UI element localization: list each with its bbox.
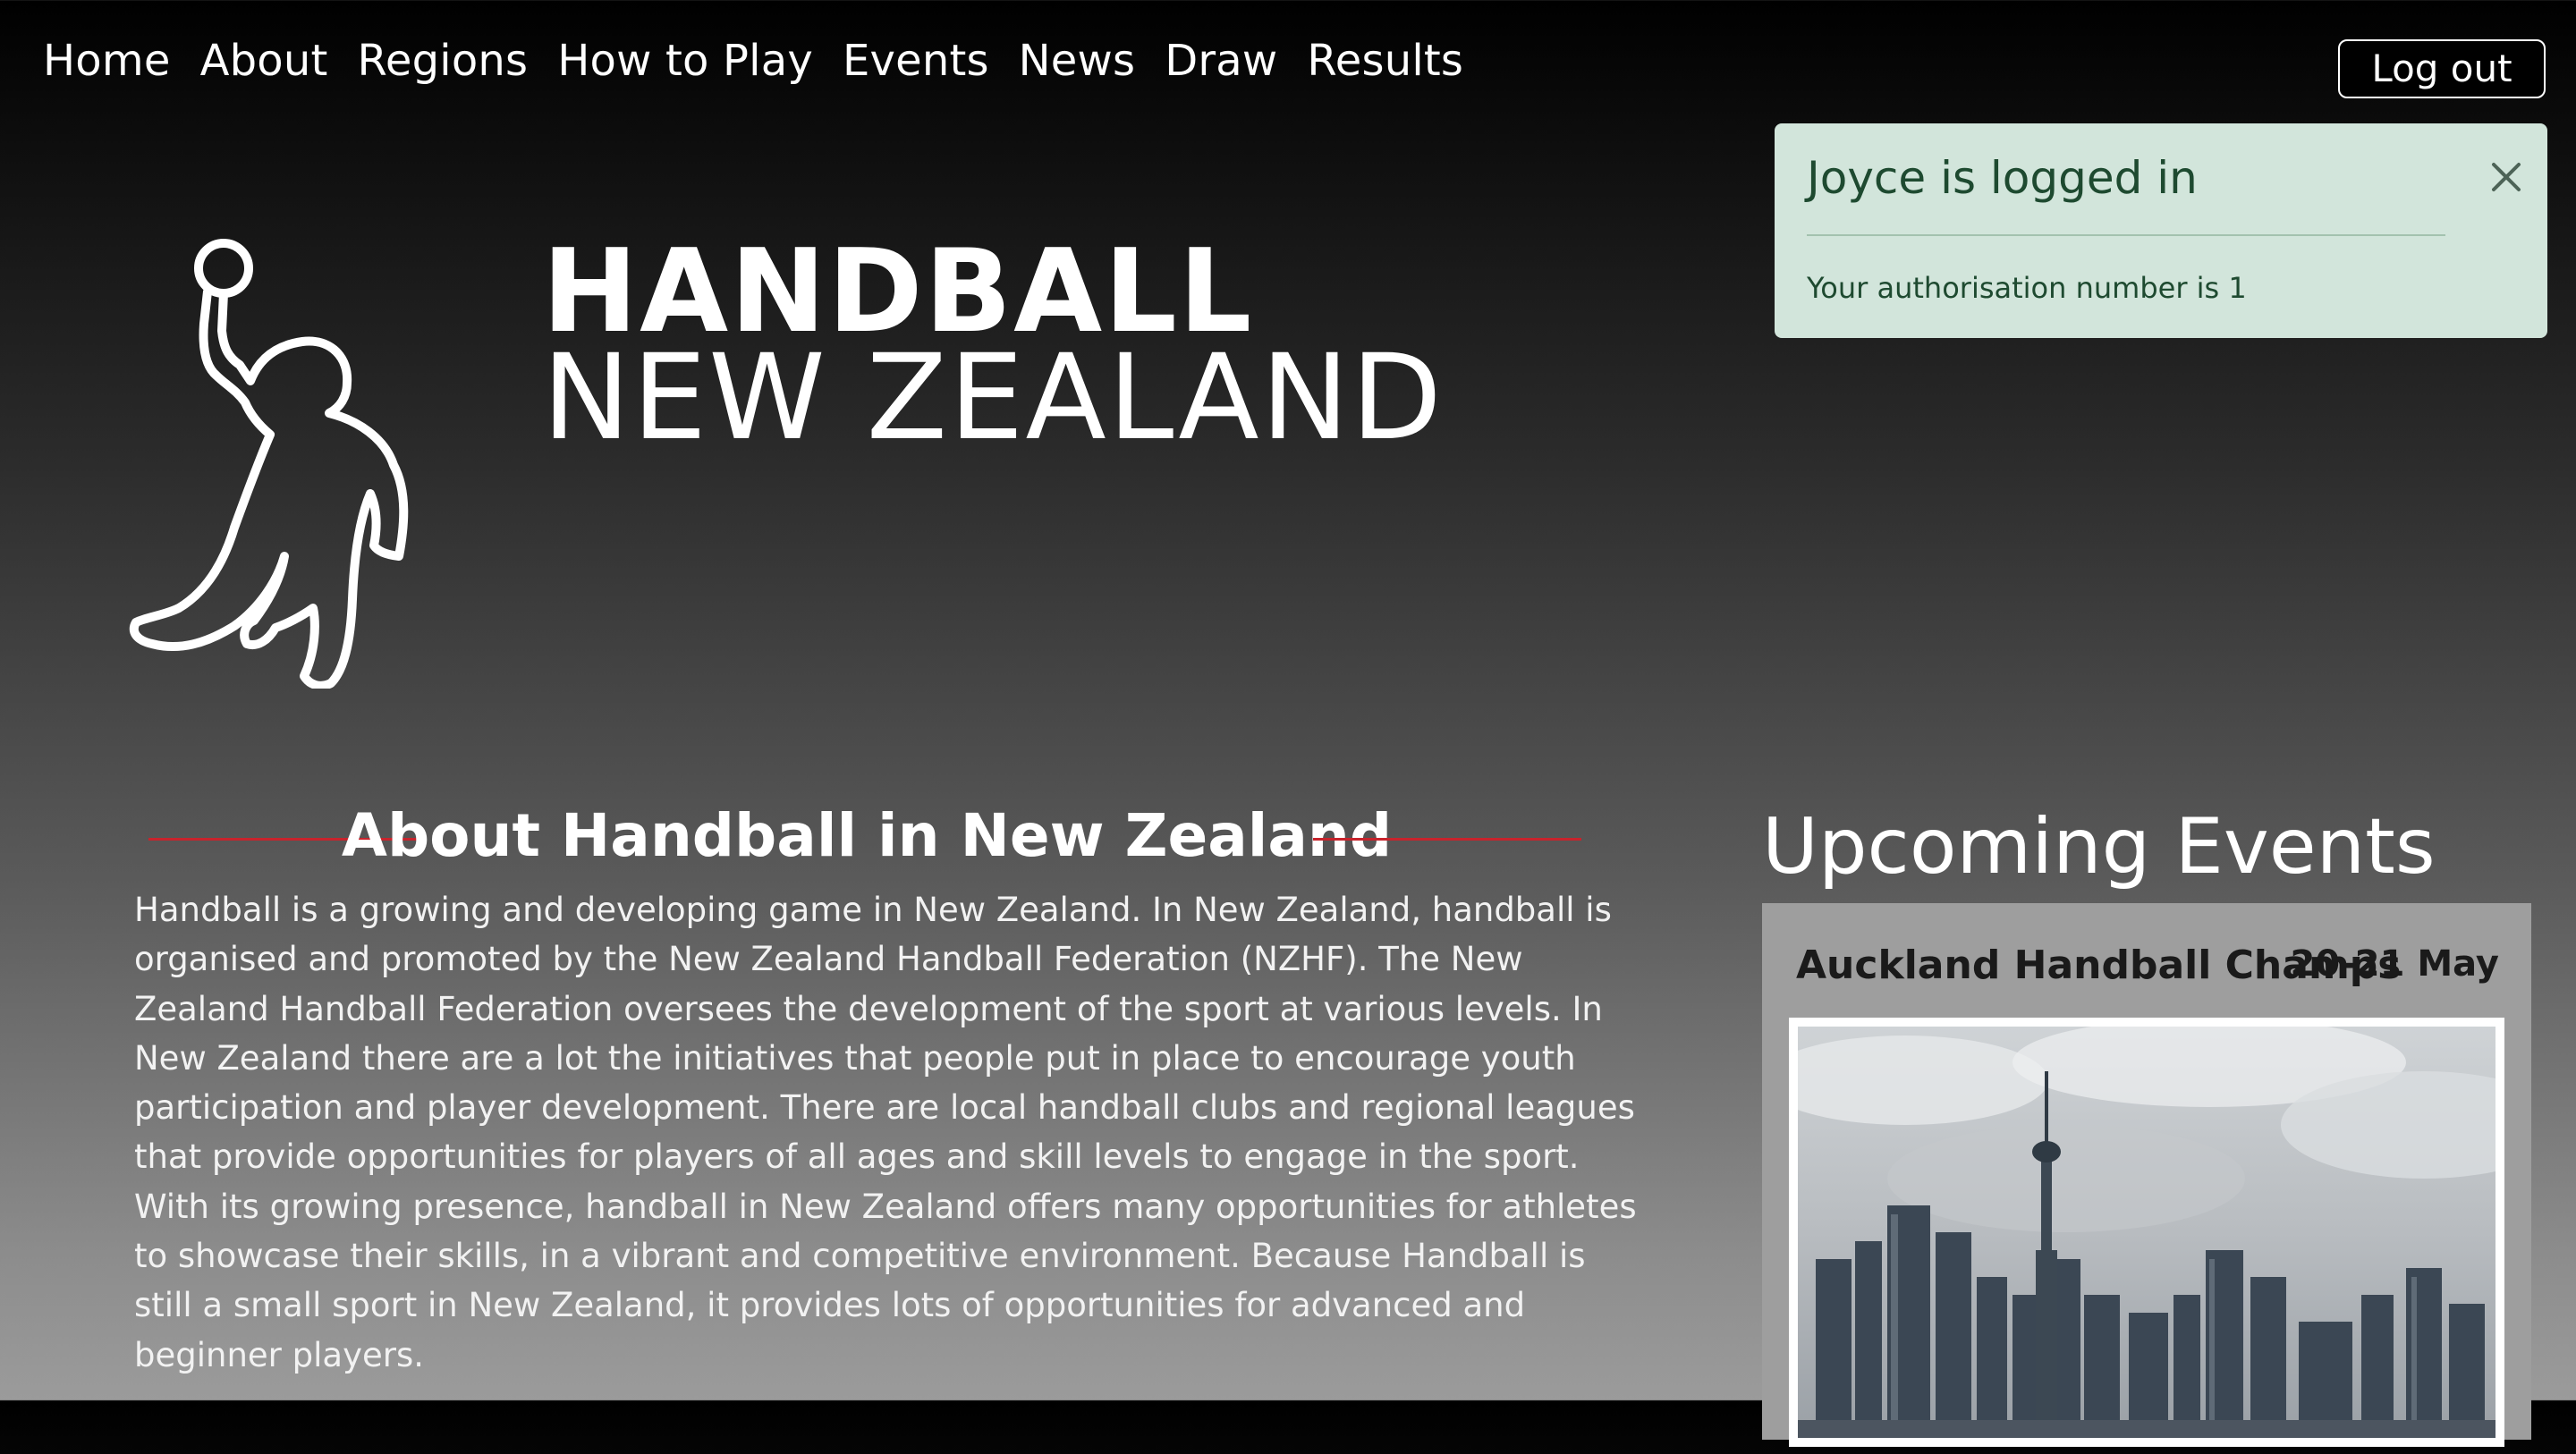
about-section-header: About Handball in New Zealand bbox=[148, 798, 1585, 875]
next-section-title bbox=[0, 1377, 1753, 1454]
handball-player-outline-icon bbox=[129, 239, 409, 689]
nav-news[interactable]: News bbox=[1019, 32, 1136, 89]
upcoming-events-title: Upcoming Events bbox=[1762, 802, 2436, 892]
nav-regions[interactable]: Regions bbox=[357, 32, 528, 89]
main-nav: Home About Regions How to Play Events Ne… bbox=[43, 32, 1463, 89]
auckland-skyline-photo bbox=[1762, 1018, 2567, 1438]
alert-divider bbox=[1807, 234, 2445, 236]
close-icon bbox=[2492, 163, 2521, 191]
alert-message: Your authorisation number is 1 bbox=[1807, 271, 2247, 305]
brand-title-line2: NEW ZEALAND bbox=[542, 329, 1445, 467]
alert-close-button[interactable] bbox=[2485, 156, 2528, 199]
nav-about[interactable]: About bbox=[200, 32, 328, 89]
alert-heading: Joyce is logged in bbox=[1807, 152, 2198, 204]
nav-draw[interactable]: Draw bbox=[1165, 32, 1277, 89]
nav-events[interactable]: Events bbox=[843, 32, 989, 89]
event-date: 20-21 May bbox=[2290, 943, 2500, 985]
nav-how-to-play[interactable]: How to Play bbox=[557, 32, 813, 89]
logout-button[interactable]: Log out bbox=[2338, 39, 2546, 98]
event-card[interactable]: Auckland Handball Champs 20-21 May bbox=[1762, 903, 2567, 1447]
event-image[interactable] bbox=[1762, 1018, 2567, 1447]
nav-results[interactable]: Results bbox=[1307, 32, 1463, 89]
about-paragraph: Handball is a growing and developing gam… bbox=[134, 891, 1637, 1374]
title-divider-right bbox=[1313, 838, 1581, 841]
nav-home[interactable]: Home bbox=[43, 32, 171, 89]
about-title: About Handball in New Zealand bbox=[341, 801, 1393, 870]
login-alert: Joyce is logged in Your authorisation nu… bbox=[1775, 123, 2547, 338]
